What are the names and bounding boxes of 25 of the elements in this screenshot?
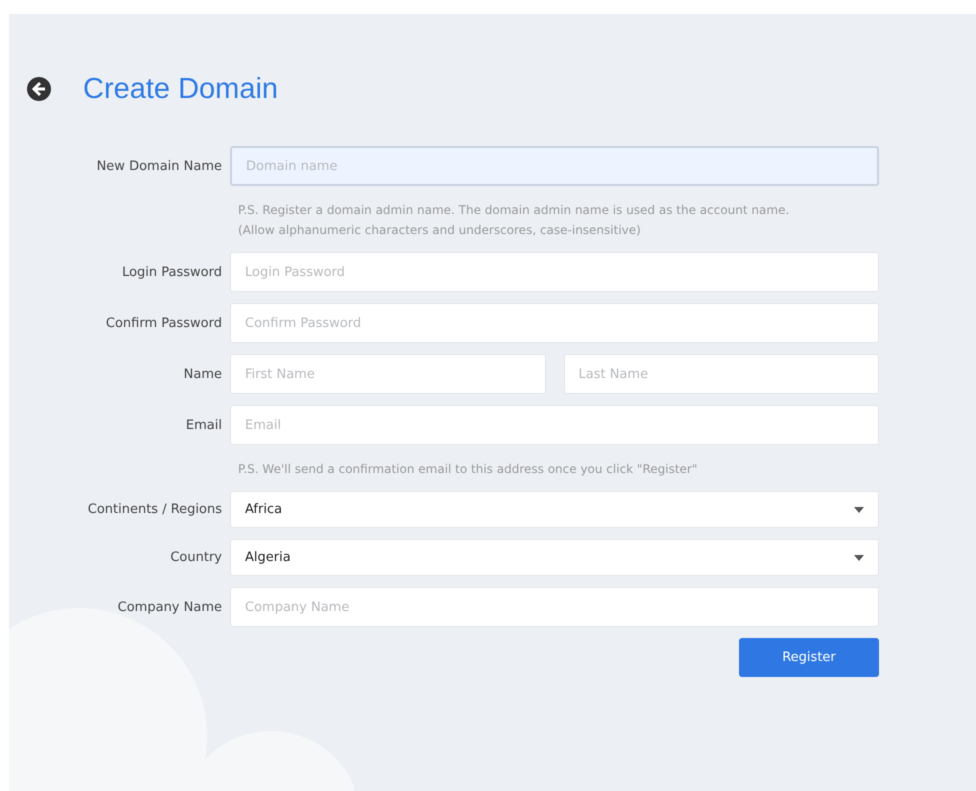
dropdown[interactable]: Africa: [230, 491, 879, 528]
name-field[interactable]: First Name: [230, 354, 546, 394]
field-label: Country: [169, 550, 223, 565]
field-label: Company Name: [116, 600, 223, 614]
back-icon[interactable]: [27, 77, 51, 101]
register-button[interactable]: Register: [739, 638, 879, 677]
hint-text: P.S. Register a domain admin name. The domain admin name is used as the account name.: [238, 202, 790, 219]
field-label: Email: [184, 418, 223, 432]
hint-text: (Allow alphanumeric characters and underscores, case-insensitive): [238, 222, 642, 239]
text-field[interactable]: Domain name: [230, 146, 879, 186]
caret-icon: [854, 554, 864, 560]
field-label: Login Password: [121, 264, 223, 280]
field-label: Confirm Password: [104, 316, 223, 330]
field-label: Name: [182, 366, 223, 382]
text-field[interactable]: Email: [230, 405, 879, 445]
field-label: Continents / Regions: [86, 502, 223, 517]
name-field[interactable]: Last Name: [564, 354, 879, 394]
field-label: New Domain Name: [96, 158, 223, 174]
caret-icon: [854, 506, 864, 512]
page-title: Create Domain: [83, 72, 278, 106]
dropdown[interactable]: Algeria: [230, 539, 879, 576]
password-field[interactable]: Login Password: [230, 252, 879, 292]
password-field[interactable]: Confirm Password: [230, 303, 879, 343]
text-field[interactable]: Company Name: [230, 587, 879, 627]
hint-text: P.S. We'll send a confirmation email to this address once you click "Register": [238, 461, 698, 478]
